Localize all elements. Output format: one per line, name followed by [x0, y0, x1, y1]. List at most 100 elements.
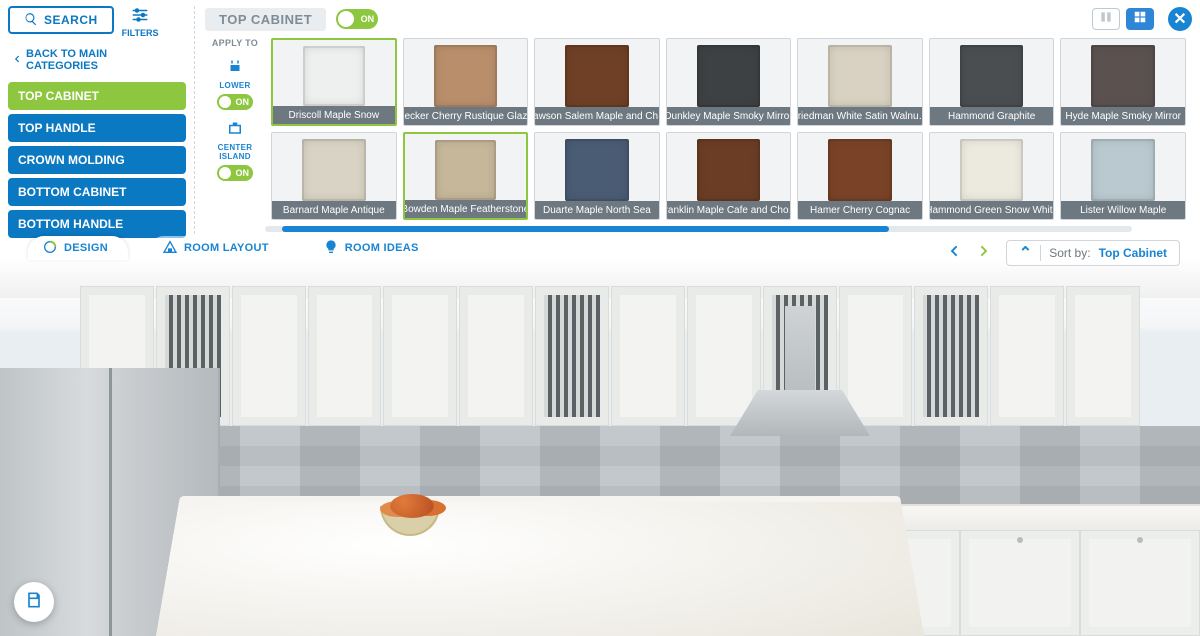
swatch-label: Bowden Maple Featherstone: [405, 200, 527, 218]
toggle-label: ON: [361, 14, 375, 24]
view-grid-button[interactable]: [1126, 8, 1154, 30]
swatch-label: Driscoll Maple Snow: [273, 106, 395, 124]
tab-label: DESIGN: [64, 242, 108, 254]
swatch-preview: [960, 45, 1024, 107]
swatch-label: Dunkley Maple Smoky Mirror: [667, 107, 791, 125]
sort-prefix: Sort by:: [1049, 246, 1090, 260]
scrollbar-thumb[interactable]: [282, 226, 889, 232]
swatch-preview: [303, 46, 365, 106]
tab-room-layout[interactable]: ROOM LAYOUT: [148, 236, 289, 260]
chevron-up-icon: ⌃: [1019, 243, 1032, 263]
swatch-preview: [434, 45, 498, 107]
back-to-main-label: BACK TO MAIN CATEGORIES: [26, 48, 182, 72]
back-to-main-link[interactable]: BACK TO MAIN CATEGORIES: [8, 38, 186, 82]
range-hood: [730, 306, 870, 456]
swatch-preview: [1091, 45, 1155, 107]
panel-toggle[interactable]: ON: [336, 9, 378, 29]
swatch-label: Dawson Salem Maple and Ch…: [535, 107, 659, 125]
swatch-preview: [565, 45, 629, 107]
apply-target-icon: [224, 123, 246, 140]
toggle-label: ON: [236, 97, 250, 107]
swatch-preview: [960, 139, 1024, 201]
divider: [1040, 245, 1041, 261]
swatch[interactable]: Hammond Green Snow White: [929, 132, 1055, 220]
apply-target-name: CENTER ISLAND: [205, 143, 265, 161]
swatch-label: Becker Cherry Rustique Glaze: [404, 107, 528, 125]
sort-dropdown[interactable]: ⌃ Sort by: Top Cabinet: [1006, 240, 1180, 266]
category-item[interactable]: BOTTOM CABINET: [8, 178, 186, 206]
save-button[interactable]: [14, 582, 54, 622]
tab-design[interactable]: DESIGN: [28, 236, 128, 260]
swatch-label: Hyde Maple Smoky Mirror: [1061, 107, 1185, 125]
chevron-left-icon: [12, 54, 22, 67]
columns-icon: [1099, 10, 1113, 29]
swatch-label: Lister Willow Maple: [1061, 201, 1185, 219]
apply-target: LOWER ON: [205, 56, 265, 110]
swatch[interactable]: Bowden Maple Featherstone: [403, 132, 529, 220]
view-list-button[interactable]: [1092, 8, 1120, 30]
panel-title: TOP CABINET: [205, 8, 326, 31]
apply-target-icon: [224, 61, 246, 78]
swatch-preview: [828, 139, 892, 201]
swatch[interactable]: Hamer Cherry Cognac: [797, 132, 923, 220]
swatch-label: Franklin Maple Cafe and Cho…: [667, 201, 791, 219]
tab-room-ideas[interactable]: ROOM IDEAS: [309, 236, 439, 260]
toggle-label: ON: [236, 168, 250, 178]
swatch[interactable]: Hammond Graphite: [929, 38, 1055, 126]
prev-button[interactable]: [946, 243, 966, 263]
swatch-label: Friedman White Satin Walnu…: [798, 107, 922, 125]
swatch[interactable]: Hyde Maple Smoky Mirror: [1060, 38, 1186, 126]
swatch[interactable]: Driscoll Maple Snow: [271, 38, 397, 126]
category-item[interactable]: TOP HANDLE: [8, 114, 186, 142]
toggle-knob: [219, 167, 231, 179]
swatch-label: Hammond Graphite: [930, 107, 1054, 125]
tab-label: ROOM LAYOUT: [184, 242, 269, 254]
swatch[interactable]: Dawson Salem Maple and Ch…: [534, 38, 660, 126]
swatch[interactable]: Duarte Maple North Sea: [534, 132, 660, 220]
category-item[interactable]: BOTTOM HANDLE: [8, 210, 186, 238]
filters-label: FILTERS: [122, 28, 159, 38]
swatch[interactable]: Friedman White Satin Walnu…: [797, 38, 923, 126]
sliders-icon: [128, 6, 152, 26]
sort-value: Top Cabinet: [1099, 246, 1167, 260]
toggle-knob: [338, 11, 354, 27]
close-icon: ✕: [1173, 9, 1186, 29]
swatch-preview: [1091, 139, 1155, 201]
swatch[interactable]: Barnard Maple Antique: [271, 132, 397, 220]
toggle-knob: [219, 96, 231, 108]
tab-icon: [323, 239, 339, 258]
kitchen-render: [0, 258, 1200, 636]
tab-icon: [162, 239, 178, 258]
apply-target-name: LOWER: [205, 81, 265, 90]
swatch-scrollbar[interactable]: [265, 226, 1132, 232]
swatch[interactable]: Becker Cherry Rustique Glaze: [403, 38, 529, 126]
apply-target-toggle[interactable]: ON: [217, 94, 253, 110]
swatch-preview: [302, 139, 366, 201]
swatch[interactable]: Lister Willow Maple: [1060, 132, 1186, 220]
kitchen-island: [153, 496, 926, 636]
search-icon: [24, 12, 38, 29]
swatch-preview: [697, 139, 761, 201]
tab-icon: [42, 239, 58, 258]
save-icon: [24, 590, 44, 615]
next-button[interactable]: [976, 243, 996, 263]
swatch-label: Duarte Maple North Sea: [535, 201, 659, 219]
category-item[interactable]: CROWN MOLDING: [8, 146, 186, 174]
apply-target-toggle[interactable]: ON: [217, 165, 253, 181]
tab-label: ROOM IDEAS: [345, 242, 419, 254]
swatch[interactable]: Franklin Maple Cafe and Cho…: [666, 132, 792, 220]
search-button[interactable]: SEARCH: [8, 6, 114, 34]
swatch-preview: [565, 139, 629, 201]
swatch-preview: [828, 45, 892, 107]
filters-button[interactable]: FILTERS: [122, 6, 159, 38]
category-item[interactable]: TOP CABINET: [8, 82, 186, 110]
swatch-preview: [697, 45, 761, 107]
close-panel-button[interactable]: ✕: [1168, 7, 1192, 31]
apply-to-label: APPLY TO: [205, 38, 265, 48]
swatch-label: Hammond Green Snow White: [930, 201, 1054, 219]
swatch[interactable]: Dunkley Maple Smoky Mirror: [666, 38, 792, 126]
swatch-label: Hamer Cherry Cognac: [798, 201, 922, 219]
swatch-preview: [435, 140, 497, 200]
apply-target: CENTER ISLAND ON: [205, 118, 265, 181]
swatch-label: Barnard Maple Antique: [272, 201, 396, 219]
